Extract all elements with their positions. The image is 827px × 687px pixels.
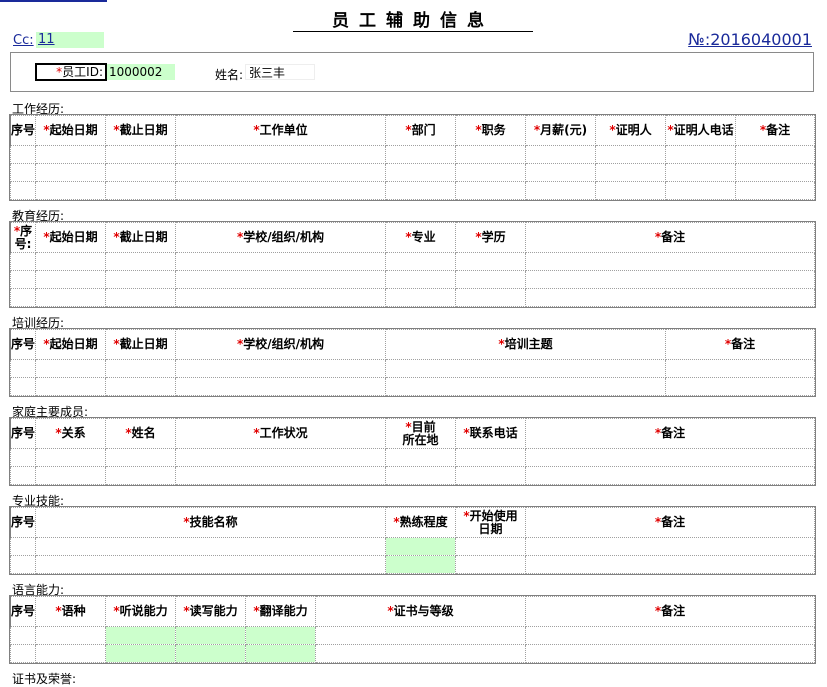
col-header: *学历 <box>455 222 526 253</box>
col-header: *证书与等级 <box>315 596 526 627</box>
name-input[interactable]: 张三丰 <box>245 64 315 80</box>
col-header: *培训主题 <box>385 329 666 360</box>
table-row[interactable] <box>10 359 815 378</box>
col-header: *备注 <box>525 222 815 253</box>
col-header: *备注 <box>525 418 815 449</box>
col-header: *序号: <box>10 222 36 253</box>
col-header: *月薪(元) <box>525 115 596 146</box>
table-row[interactable] <box>10 537 815 556</box>
col-header: *开始使用日期 <box>455 507 526 538</box>
col-header: *工作状况 <box>175 418 386 449</box>
education-table: *序号: *起始日期 *截止日期 *学校/组织/机构 *专业 *学历 *备注 <box>9 221 816 308</box>
skills-table: 序号 *技能名称 *熟练程度 *开始使用日期 *备注 <box>9 506 816 575</box>
table-row[interactable] <box>10 252 815 271</box>
col-header: *职务 <box>455 115 526 146</box>
col-header: *语种 <box>35 596 106 627</box>
table-row[interactable] <box>10 555 815 574</box>
col-header: *联系电话 <box>455 418 526 449</box>
col-header: *目前所在地 <box>385 418 456 449</box>
col-header: *截止日期 <box>105 115 176 146</box>
language-table: 序号 *语种 *听说能力 *读写能力 *翻译能力 *证书与等级 *备注 <box>9 595 816 664</box>
col-header: *技能名称 <box>35 507 386 538</box>
col-header: *姓名 <box>105 418 176 449</box>
col-header: *备注 <box>525 596 815 627</box>
work-table: 序号 *起始日期 *截止日期 *工作单位 *部门 *职务 *月薪(元) *证明人… <box>9 114 816 201</box>
col-header: 序号 <box>10 115 36 146</box>
col-header: *起始日期 <box>35 222 106 253</box>
cc-input[interactable]: 11 <box>36 32 104 48</box>
top-accent-line <box>0 0 107 2</box>
col-header: *读写能力 <box>175 596 246 627</box>
col-header: *学校/组织/机构 <box>175 222 386 253</box>
document-number: №:2016040001 <box>688 30 812 49</box>
col-header: *备注 <box>525 507 815 538</box>
col-header: 序号 <box>10 596 36 627</box>
table-row[interactable] <box>10 377 815 396</box>
family-table: 序号 *关系 *姓名 *工作状况 *目前所在地 *联系电话 *备注 <box>9 417 816 486</box>
employee-id-label[interactable]: *员工ID: <box>35 63 107 81</box>
table-row[interactable] <box>10 270 815 289</box>
table-row[interactable] <box>10 163 815 182</box>
col-header: *学校/组织/机构 <box>175 329 386 360</box>
col-header: *关系 <box>35 418 106 449</box>
table-row[interactable] <box>10 181 815 200</box>
table-row[interactable] <box>10 448 815 467</box>
employee-id-input[interactable]: 1000002 <box>107 64 175 80</box>
col-header: 序号 <box>10 507 36 538</box>
col-header: *备注 <box>735 115 815 146</box>
table-row[interactable] <box>10 145 815 164</box>
col-header: 序号 <box>10 329 36 360</box>
col-header: *截止日期 <box>105 222 176 253</box>
col-header: *听说能力 <box>105 596 176 627</box>
training-table: 序号 *起始日期 *截止日期 *学校/组织/机构 *培训主题 *备注 <box>9 328 816 397</box>
col-header: *专业 <box>385 222 456 253</box>
col-header: *工作单位 <box>175 115 386 146</box>
col-header: *备注 <box>665 329 815 360</box>
name-label: 姓名: <box>215 68 244 82</box>
table-row[interactable] <box>10 288 815 307</box>
col-header: *熟练程度 <box>385 507 456 538</box>
table-row[interactable] <box>10 626 815 645</box>
col-header: *起始日期 <box>35 115 106 146</box>
col-header: 序号 <box>10 418 36 449</box>
table-row[interactable] <box>10 644 815 663</box>
col-header: *起始日期 <box>35 329 106 360</box>
col-header: *证明人 <box>595 115 666 146</box>
cc-label: Cc: <box>13 33 34 48</box>
col-header: *部门 <box>385 115 456 146</box>
col-header: *截止日期 <box>105 329 176 360</box>
page-title: 员工辅助信息 <box>293 10 533 32</box>
col-header: *翻译能力 <box>245 596 316 627</box>
col-header: *证明人电话 <box>665 115 736 146</box>
table-row[interactable] <box>10 466 815 485</box>
